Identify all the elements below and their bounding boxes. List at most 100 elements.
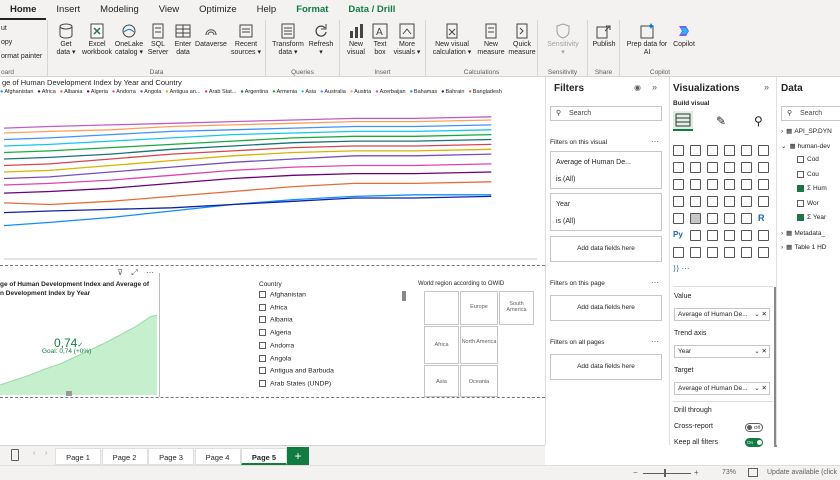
treemap-cell-oceania[interactable]: Oceania [460,365,498,397]
page-tab[interactable]: Page 2 [101,448,148,465]
filters-search-input[interactable]: ⚲ Search [550,106,662,121]
collapse-icon[interactable]: » [652,82,657,92]
remove-field-icon[interactable]: ⌄ ✕ [754,309,767,320]
map-icon[interactable] [690,196,701,207]
treemap-cell-north-america[interactable]: North America [460,326,498,364]
clustered-bar-icon[interactable] [707,145,718,156]
treemap-visual[interactable]: World region according to OWID Europe So… [418,281,543,399]
more-1-icon[interactable] [724,247,735,258]
tab-modeling[interactable]: Modeling [90,0,149,20]
build-visual-tab[interactable] [673,111,693,131]
page-tab[interactable]: Page 3 [148,448,194,465]
tab-insert[interactable]: Insert [46,0,90,20]
series-line[interactable] [3,124,492,141]
chevron-icon[interactable]: ⌄ [781,143,786,150]
more-options-icon[interactable]: ⋯ [651,278,659,287]
keep-all-filters-toggle[interactable]: On [745,438,763,447]
excel-workbook-button[interactable]: Excel workbook [82,23,112,57]
r-visual-icon[interactable]: R [758,213,769,224]
tab-format[interactable]: Format [286,0,338,20]
line-icon[interactable] [673,162,684,173]
filled-map-icon[interactable] [707,196,718,207]
chevron-icon[interactable]: › [781,244,783,251]
data-field-item[interactable]: Cou [797,170,819,178]
publish-button[interactable]: Publish [590,23,618,49]
add-fields-all-pages-drop[interactable]: Add data fields here [550,354,662,380]
checkbox[interactable] [259,367,266,375]
checkbox[interactable] [259,341,266,349]
value-well[interactable]: Average of Human De... ⌄ ✕ [674,308,770,321]
new-measure-button[interactable]: New measure [476,23,506,57]
decomposition-icon[interactable] [707,230,718,241]
zoom-slider-track[interactable] [643,473,691,474]
clustered-column-icon[interactable] [724,145,735,156]
qa-icon[interactable] [724,230,735,241]
add-page-button[interactable]: + [287,447,309,465]
pie-icon[interactable] [741,179,752,190]
slicer-item[interactable]: Albania [259,316,293,324]
copilot-button[interactable]: Copilot [670,23,698,49]
line-chart-visual[interactable]: ge of Human Development Index by Year an… [0,77,545,265]
ribbon-icon[interactable] [673,179,684,190]
page-tab[interactable]: Page 1 [55,448,101,465]
text-box-button[interactable]: A Text box [370,23,390,57]
card-icon[interactable] [758,196,769,207]
key-influencers-icon[interactable] [690,230,701,241]
format-visual-tab[interactable]: ✎ [716,114,726,128]
eye-icon[interactable]: ◉ [634,83,641,92]
zoom-slider-thumb[interactable] [664,469,666,477]
more-2-icon[interactable] [741,247,752,258]
get-data-button[interactable]: Get data ▾ [54,23,78,57]
tab-home[interactable]: Home [0,0,47,20]
narrative-icon[interactable] [741,230,752,241]
previous-page-icon[interactable]: ‹ [33,450,35,457]
chevron-icon[interactable]: › [781,128,783,135]
100-area-icon[interactable] [724,162,735,173]
slicer-item[interactable]: Africa [259,303,287,311]
slicer-item[interactable]: Arab States (UNDP) [259,379,331,387]
table-icon[interactable] [724,213,735,224]
treemap-cell-asia[interactable]: Asia [424,365,459,397]
new-visual-button[interactable]: New visual [344,23,368,57]
azure-map-icon[interactable] [724,196,735,207]
data-field-item[interactable]: Σ Hum [797,185,827,192]
new-visual-calculation-button[interactable]: New visual calculation ▾ [430,23,474,57]
line-clustered-icon[interactable] [758,162,769,173]
slicer-scrollbar[interactable] [402,291,406,301]
stacked-bar-icon[interactable] [673,145,684,156]
checkbox[interactable] [797,199,804,207]
sql-server-button[interactable]: SQL Server [146,23,170,57]
series-line[interactable] [3,129,492,147]
trend-axis-well[interactable]: Year ⌄ ✕ [674,345,770,358]
waterfall-icon[interactable] [690,179,701,190]
dataverse-button[interactable]: Dataverse [194,23,228,49]
more-3-icon[interactable] [758,247,769,258]
kpi-visual[interactable]: ⊽ ⤢ ⋯ ge of Human Development Index and … [0,265,160,397]
slicer-icon[interactable] [707,213,718,224]
tab-optimize[interactable]: Optimize [189,0,246,20]
trophy-icon[interactable] [707,247,718,258]
gauge-icon[interactable] [741,196,752,207]
cut-button[interactable]: ut [1,25,7,32]
checkbox[interactable] [797,156,804,163]
line-column-icon[interactable] [741,162,752,173]
checkbox[interactable] [259,379,266,387]
checkbox[interactable] [259,303,266,311]
paginated-icon[interactable] [758,230,769,241]
slicer-item[interactable]: Afghanistan [259,291,306,298]
remove-field-icon[interactable]: ⌄ ✕ [754,383,767,394]
next-page-icon[interactable]: › [45,450,47,457]
target-well[interactable]: Average of Human De... ⌄ ✕ [674,382,770,395]
page-tab[interactable]: Page 4 [194,448,241,465]
treemap-cell-africa[interactable]: Africa [424,326,459,364]
quick-measure-button[interactable]: Quick measure [508,23,536,57]
tab-data-drill[interactable]: Data / Drill [338,0,405,20]
more-visuals-button[interactable]: More visuals ▾ [392,23,422,57]
filter-card-hdi[interactable]: Average of Human De... is (All) [550,151,662,189]
prep-data-for-ai-button[interactable]: Prep data for AI [624,23,670,57]
resize-handle-bottom[interactable] [66,391,72,396]
more-visuals-icon[interactable]: ⟩⟩ ⋯ [673,264,689,273]
zoom-in-icon[interactable]: + [694,468,699,477]
filter-card-year[interactable]: Year is (All) [550,193,662,231]
analytics-tab[interactable]: ⚲ [754,114,763,128]
